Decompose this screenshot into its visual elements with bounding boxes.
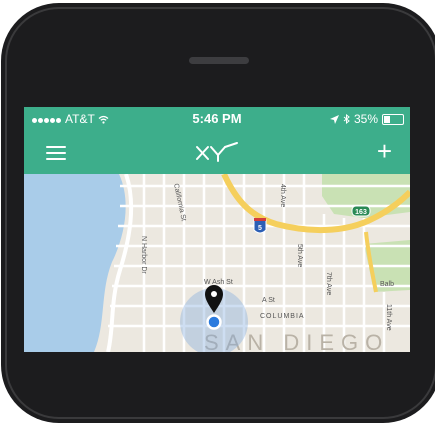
map-pin-hole (211, 291, 217, 297)
street-label-11th-ave: 11th Ave (385, 304, 392, 331)
route-163-label: 163 (355, 209, 367, 216)
bluetooth-icon (343, 114, 350, 124)
street-label-a-st: A St (262, 297, 275, 304)
street-label-7th-ave: 7th Ave (325, 272, 332, 295)
interstate-5-label: 5 (258, 225, 262, 232)
status-bar: AT&T 5:46 PM 35% (24, 107, 410, 130)
battery-percent: 35% (353, 112, 378, 126)
app-screen: AT&T 5:46 PM 35% + 5 163 California St 4… (24, 107, 410, 352)
add-button[interactable]: + (377, 138, 392, 164)
nav-bar: + (24, 130, 410, 174)
map-view[interactable]: 5 163 California St 4th Ave 5th Ave 7th … (24, 174, 410, 352)
battery-icon (382, 113, 404, 125)
current-location-dot[interactable] (206, 314, 222, 330)
earpiece-speaker (189, 57, 249, 64)
map-label-balboa: Balb (380, 281, 394, 288)
hamburger-menu-icon[interactable] (46, 146, 66, 160)
location-arrow-icon (329, 114, 339, 124)
route-163-shield: 163 (351, 205, 371, 217)
status-right: 35% (329, 112, 404, 126)
street-label-5th-ave: 5th Ave (296, 244, 303, 267)
interstate-5-shield: 5 (253, 218, 267, 234)
xy-logo-icon (196, 142, 238, 162)
street-label-ash-st: W Ash St (204, 279, 233, 286)
street-label-harbor-dr: N Harbor Dr (140, 236, 147, 274)
neighborhood-label-columbia: COLUMBIA (260, 313, 305, 320)
street-label-4th-ave: 4th Ave (279, 184, 286, 207)
